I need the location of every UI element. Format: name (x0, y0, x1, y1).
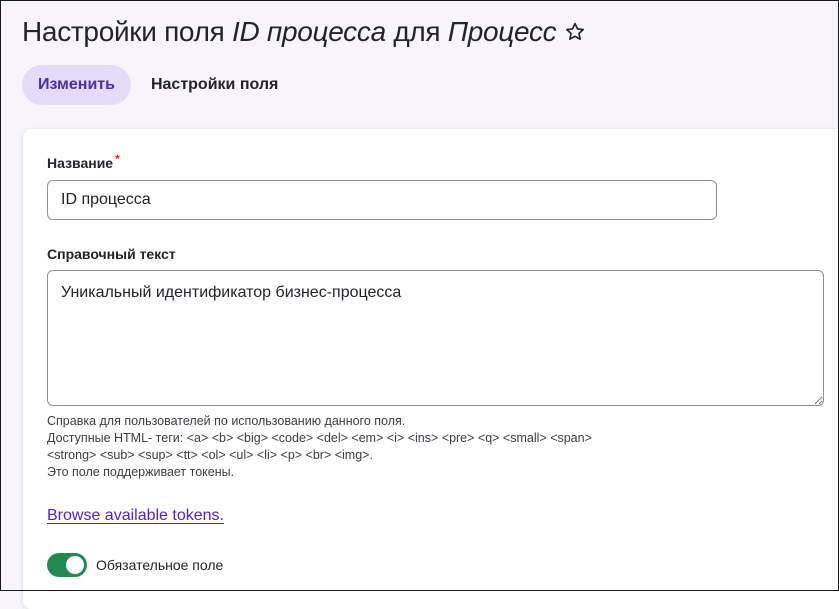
name-label-text: Название (47, 155, 114, 171)
help-text-label: Справочный текст (47, 246, 176, 262)
page-title: Настройки поля ID процесса для Процесс (22, 16, 557, 48)
page-header: Настройки поля ID процесса для Процесс (22, 10, 586, 54)
required-field-toggle-row: Обязательное поле (47, 553, 223, 577)
description-line: Это поле поддерживает токены. (47, 465, 235, 479)
required-marker: * (115, 152, 120, 166)
tab-edit[interactable]: Изменить (22, 65, 131, 105)
local-tabs: Изменить Настройки поля (22, 65, 294, 105)
page-title-middle: для (385, 16, 448, 47)
help-text-description: Справка для пользователей по использован… (47, 413, 687, 481)
toggle-knob (66, 556, 84, 574)
page-title-field: ID процесса (231, 16, 386, 47)
required-field-toggle[interactable] (47, 553, 87, 577)
description-line: <strong> <sub> <sup> <tt> <ol> <ul> <li>… (47, 448, 373, 462)
form-card: Название* Справочный текст Уникальный ид… (23, 129, 839, 609)
name-input[interactable] (47, 180, 717, 220)
required-field-label: Обязательное поле (96, 557, 224, 573)
page-title-entity: Процесс (447, 16, 557, 47)
description-line: Справка для пользователей по использован… (47, 414, 406, 428)
description-line: Доступные HTML- теги: <a> <b> <big> <cod… (47, 431, 592, 445)
help-text-textarea[interactable]: Уникальный идентификатор бизнес-процесса (47, 270, 824, 406)
star-icon[interactable] (564, 21, 586, 43)
page-title-prefix: Настройки поля (22, 16, 232, 47)
tab-field-settings[interactable]: Настройки поля (135, 65, 294, 105)
browse-tokens-link[interactable]: Browse available tokens. (47, 507, 224, 525)
name-label: Название * (47, 152, 120, 171)
